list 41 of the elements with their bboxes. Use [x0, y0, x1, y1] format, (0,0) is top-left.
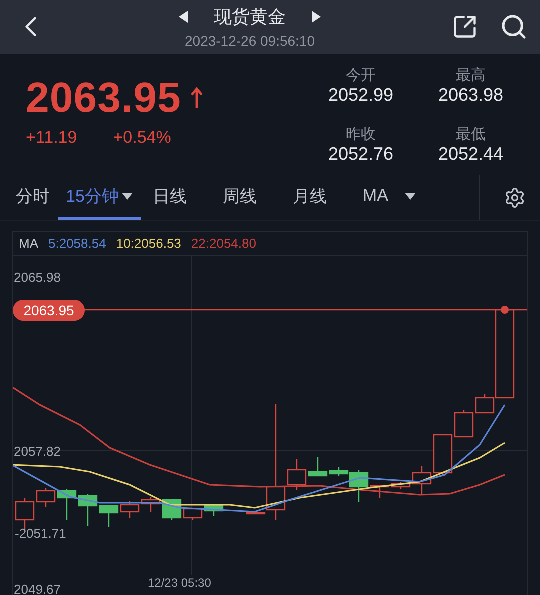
stat-value: 2052.76 — [328, 144, 394, 165]
period-tab[interactable]: 分时 — [8, 175, 58, 220]
settings-icon — [504, 186, 526, 209]
stat-value: 2063.98 — [438, 85, 504, 106]
stat-label: 最低 — [456, 124, 486, 144]
period-tab[interactable]: 15分钟 — [58, 175, 141, 220]
search-icon — [500, 13, 528, 42]
up-arrow-icon — [191, 87, 204, 110]
candlestick — [120, 501, 140, 518]
search-button[interactable] — [500, 13, 528, 42]
legend-value: 10:2056.53 — [116, 236, 182, 251]
x-axis-label: 12/23 05:30 — [148, 576, 212, 590]
stat-label: 今开 — [346, 66, 376, 86]
period-tab[interactable]: 月线 — [284, 175, 335, 220]
share-button[interactable] — [452, 14, 478, 40]
period-tab[interactable]: MA — [354, 175, 424, 220]
current-price: 2063.95 — [26, 74, 182, 122]
share-icon — [452, 14, 478, 40]
period-tab[interactable]: 周线 — [214, 175, 265, 220]
y-axis-label: 2049.67 — [14, 582, 61, 595]
price-change: +11.19 — [26, 128, 78, 148]
y-axis-label: -2051.71 — [15, 526, 66, 541]
instrument-title: 现货黄金 — [214, 6, 286, 30]
previous-icon[interactable] — [179, 11, 188, 24]
stat-value: 2052.99 — [328, 85, 394, 106]
timestamp: 2023-12-26 09:56:10 — [185, 33, 315, 50]
y-axis-label: 2065.98 — [14, 270, 61, 285]
percent-change: +0.54% — [113, 128, 172, 148]
legend-value: 5:2058.54 — [48, 236, 106, 251]
price-dot — [501, 306, 509, 314]
stat-value: 2052.44 — [438, 144, 504, 165]
next-icon[interactable] — [312, 11, 321, 24]
period-tab[interactable]: 日线 — [144, 175, 195, 220]
candlestick — [141, 497, 161, 512]
stat-label: 昨收 — [346, 124, 376, 144]
candlestick — [204, 505, 224, 516]
price-tag: 2063.95 — [13, 300, 85, 321]
stat-label: 最高 — [456, 66, 486, 86]
y-axis-label: 2057.82 — [14, 444, 61, 459]
legend-value: 22:2054.80 — [191, 236, 256, 251]
legend-title: MA — [19, 236, 38, 251]
